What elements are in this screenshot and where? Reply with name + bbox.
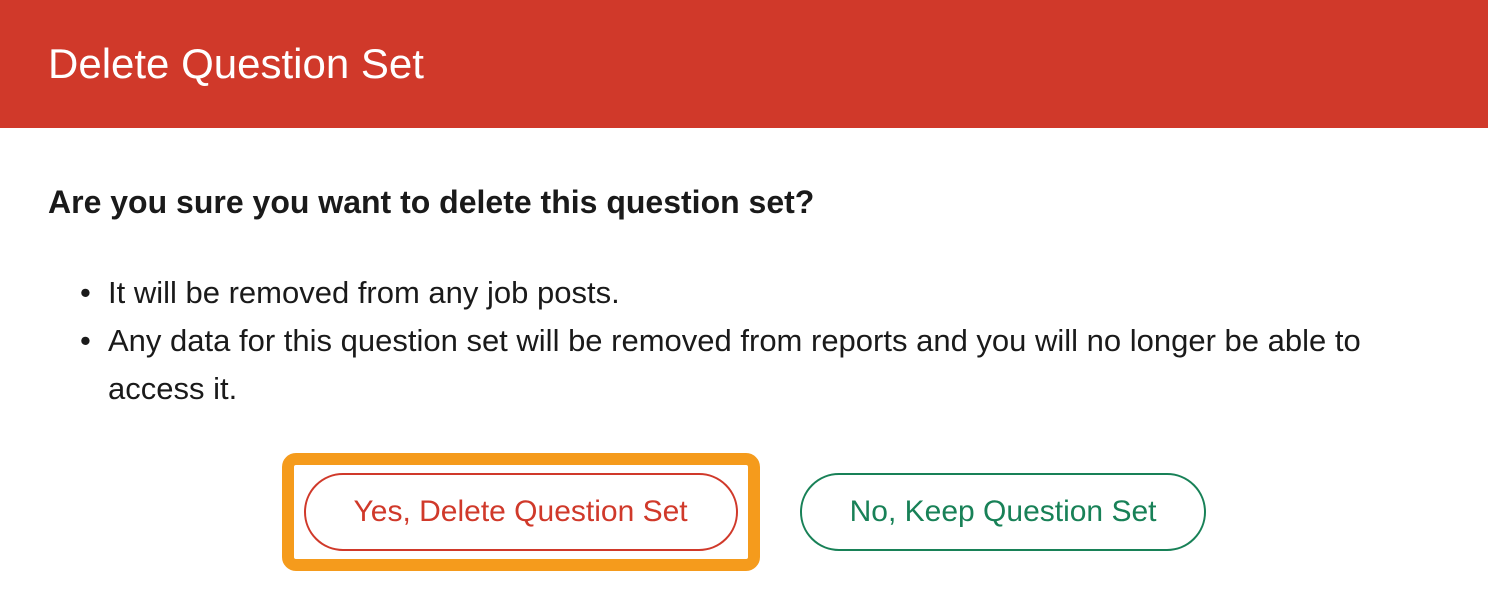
button-row: Yes, Delete Question Set No, Keep Questi… bbox=[48, 453, 1440, 591]
dialog-header: Delete Question Set bbox=[0, 0, 1488, 128]
dialog-title: Delete Question Set bbox=[48, 40, 424, 87]
list-item: It will be removed from any job posts. bbox=[80, 269, 1440, 317]
highlight-box: Yes, Delete Question Set bbox=[282, 453, 760, 571]
delete-button[interactable]: Yes, Delete Question Set bbox=[304, 473, 738, 551]
confirm-question: Are you sure you want to delete this que… bbox=[48, 184, 1440, 221]
list-item: Any data for this question set will be r… bbox=[80, 317, 1440, 413]
keep-button[interactable]: No, Keep Question Set bbox=[800, 473, 1207, 551]
consequence-list: It will be removed from any job posts. A… bbox=[48, 269, 1440, 413]
dialog-body: Are you sure you want to delete this que… bbox=[0, 128, 1488, 591]
delete-confirm-dialog: Delete Question Set Are you sure you wan… bbox=[0, 0, 1488, 616]
